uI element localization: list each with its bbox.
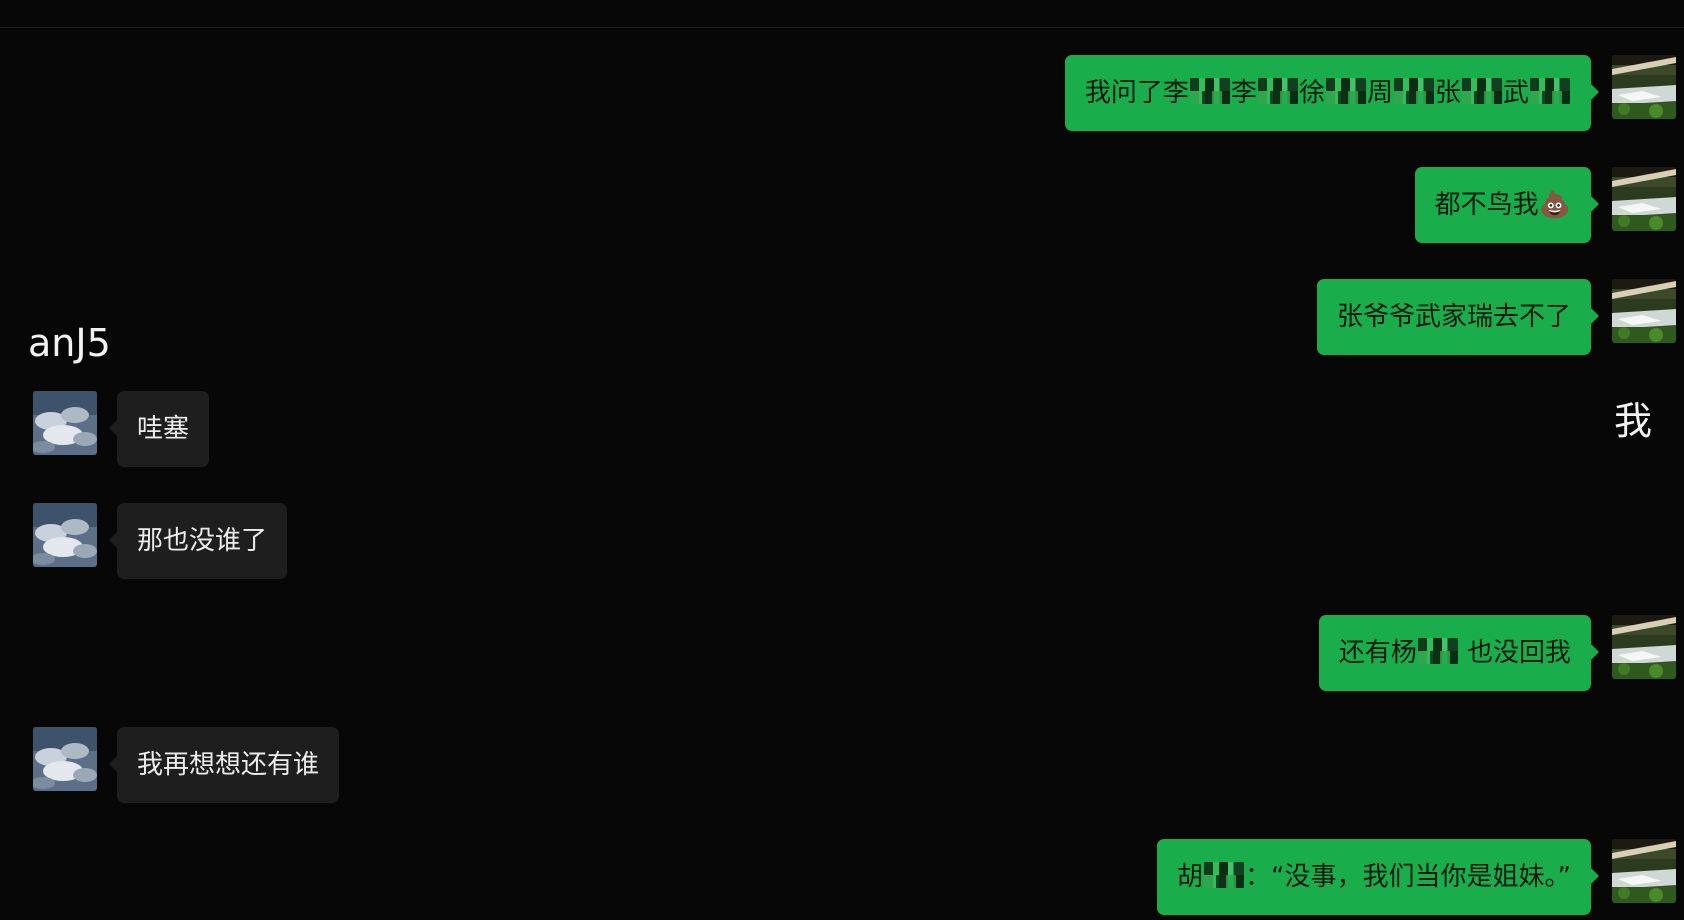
message-text: 我再想想还有谁 — [137, 750, 320, 780]
message-row-incoming: 那也没谁了 — [0, 503, 1684, 579]
self-avatar-icon[interactable] — [1612, 167, 1676, 231]
message-row-outgoing: 都不鸟我💩 — [0, 167, 1684, 243]
other-avatar-icon[interactable] — [33, 727, 97, 791]
bubble-tail — [1591, 308, 1599, 324]
redacted-mosaic — [1257, 77, 1298, 104]
redacted-mosaic — [1461, 77, 1502, 104]
bubble-tail — [109, 756, 117, 772]
self-avatar-icon[interactable] — [1612, 615, 1676, 679]
self-avatar-icon[interactable] — [1612, 55, 1676, 119]
message-row-outgoing: 还有杨 也没回我 — [0, 615, 1684, 691]
message-text: 胡 — [1177, 862, 1204, 892]
message-bubble[interactable]: 我再想想还有谁 — [117, 727, 340, 803]
message-row-outgoing: 胡 ：“没事，我们当你是姐妹。” — [0, 839, 1684, 915]
bubble-tail — [1591, 644, 1599, 660]
message-row-outgoing: 张爷爷武家瑞去不了 — [0, 279, 1684, 355]
bubble-tail — [1591, 84, 1599, 100]
other-avatar-icon[interactable] — [33, 391, 97, 455]
message-bubble[interactable]: 张爷爷武家瑞去不了 — [1316, 279, 1591, 355]
header-divider — [0, 27, 1684, 28]
redacted-mosaic — [1393, 77, 1434, 104]
other-avatar-icon[interactable] — [33, 503, 97, 567]
message-text: 张 — [1434, 78, 1461, 108]
message-bubble[interactable]: 胡 ：“没事，我们当你是姐妹。” — [1157, 839, 1591, 915]
chat-window: anJ5 我 我问了李李徐周张武 都不鸟我💩 张爷爷武家瑞去不了 哇塞 那也没谁… — [0, 0, 1684, 920]
message-bubble[interactable]: 那也没谁了 — [117, 503, 288, 579]
message-text: 那也没谁了 — [137, 526, 268, 556]
message-text: 我问了李 — [1084, 78, 1189, 108]
bubble-tail — [109, 420, 117, 436]
message-row-incoming: 我再想想还有谁 — [0, 727, 1684, 803]
redacted-mosaic — [1530, 77, 1570, 104]
message-text: 徐 — [1298, 78, 1325, 108]
message-text: 武 — [1502, 78, 1529, 108]
self-avatar-icon[interactable] — [1612, 279, 1676, 343]
redacted-mosaic — [1325, 77, 1366, 104]
message-bubble[interactable]: 都不鸟我💩 — [1414, 167, 1591, 243]
bubble-tail — [109, 532, 117, 548]
redacted-mosaic — [1189, 77, 1230, 104]
message-text: 还有杨 — [1338, 638, 1417, 668]
bubble-tail — [1591, 196, 1599, 212]
message-text: ：“没事，我们当你是姐妹。” — [1245, 862, 1571, 892]
message-text: 哇塞 — [137, 414, 190, 444]
emoji-icon: 💩 — [1538, 190, 1571, 220]
message-text: 张爷爷武家瑞去不了 — [1336, 302, 1571, 332]
redacted-mosaic — [1204, 861, 1245, 888]
message-text: 都不鸟我 — [1434, 190, 1539, 220]
redacted-mosaic — [1417, 637, 1458, 664]
bubble-tail — [1591, 868, 1599, 884]
message-bubble[interactable]: 还有杨 也没回我 — [1318, 615, 1591, 691]
self-avatar-icon[interactable] — [1612, 839, 1676, 903]
message-text: 也没回我 — [1458, 638, 1571, 668]
message-row-outgoing: 我问了李 李 徐 周 张 武 — [0, 55, 1684, 131]
message-text: 李 — [1230, 78, 1257, 108]
message-row-incoming: 哇塞 — [0, 391, 1684, 467]
message-text: 周 — [1366, 78, 1393, 108]
message-bubble[interactable]: 我问了李 李 徐 周 张 武 — [1064, 55, 1591, 131]
message-bubble[interactable]: 哇塞 — [117, 391, 210, 467]
